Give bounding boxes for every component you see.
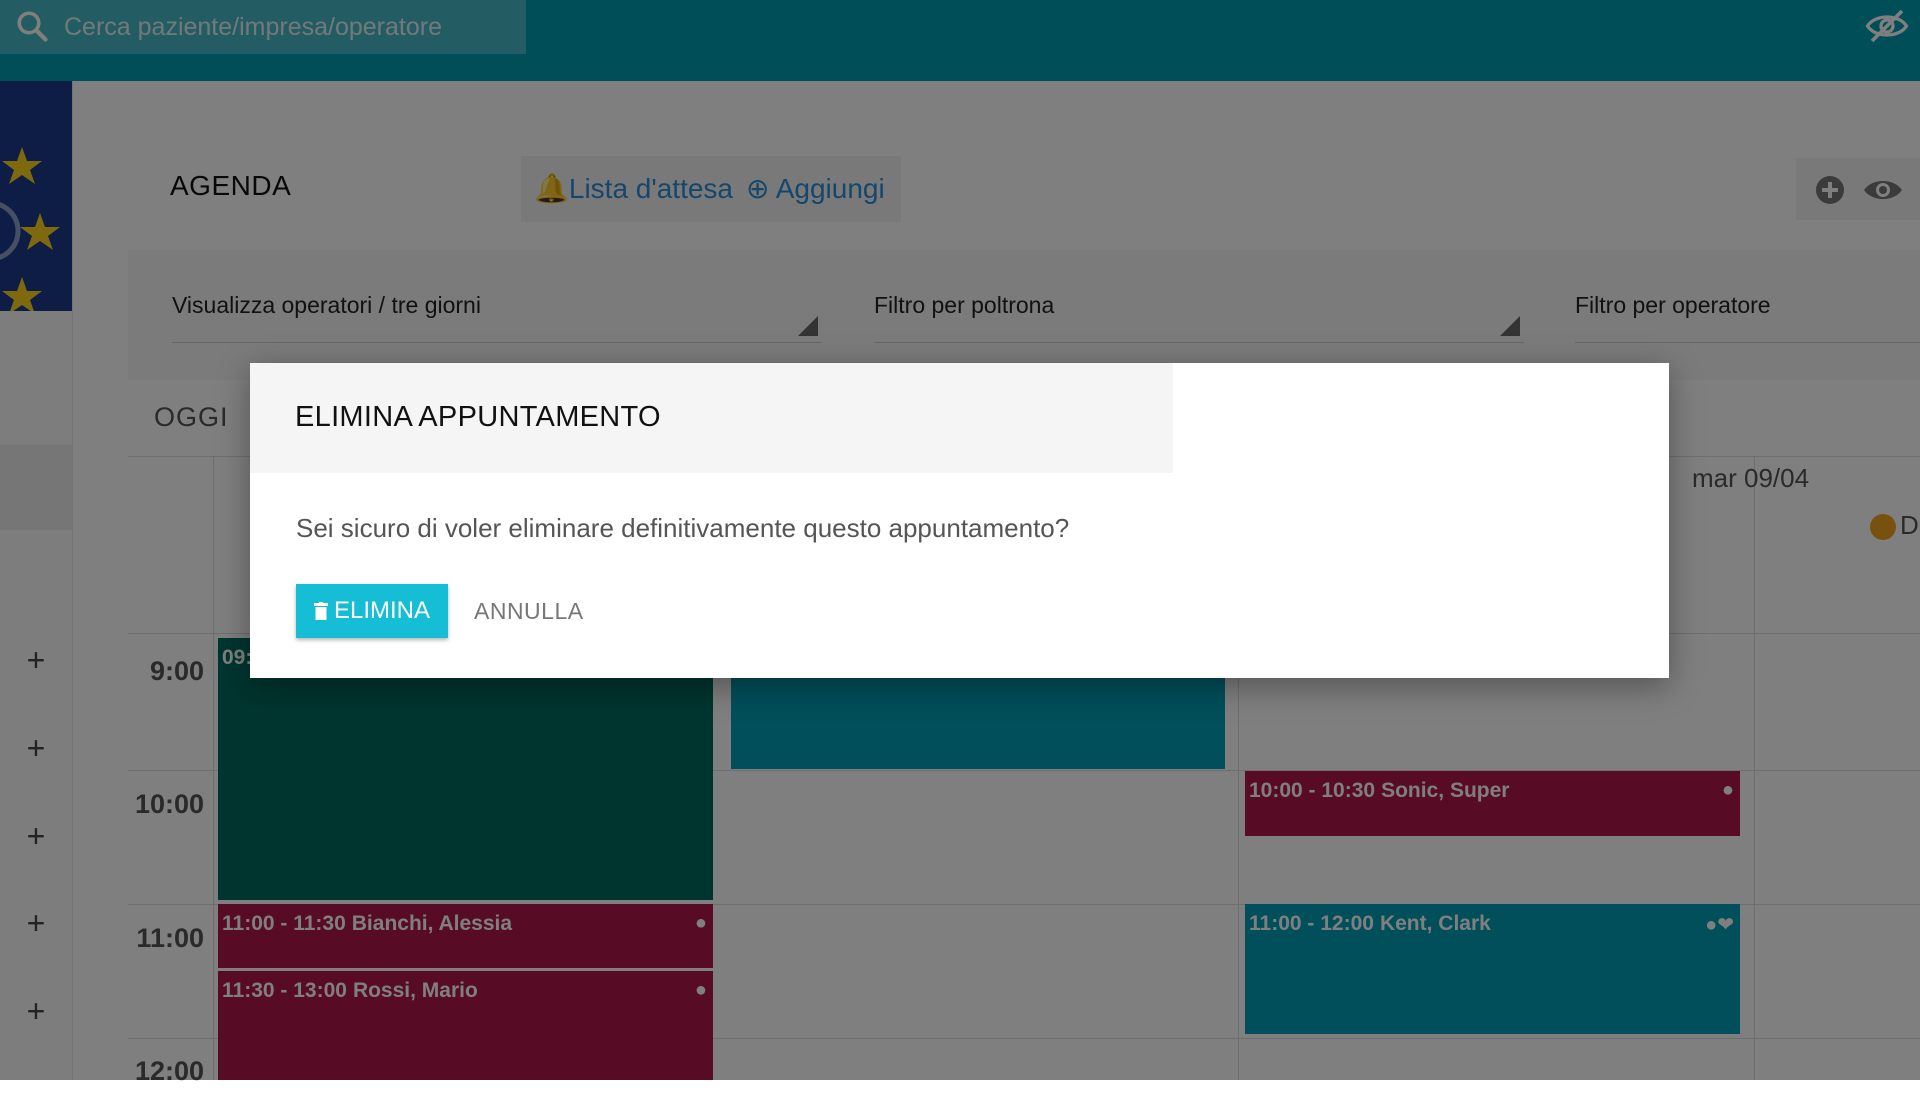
trash-icon	[313, 602, 328, 620]
cancel-button[interactable]: ANNULLA	[468, 584, 590, 638]
delete-button-label: ELIMINA	[333, 597, 431, 624]
delete-appointment-dialog: ELIMINA APPUNTAMENTO Sei sicuro di voler…	[250, 363, 1669, 678]
dialog-message: Sei sicuro di voler eliminare definitiva…	[296, 513, 1070, 543]
dialog-title: ELIMINA APPUNTAMENTO	[295, 401, 661, 433]
delete-button[interactable]: ELIMINA	[296, 584, 448, 638]
